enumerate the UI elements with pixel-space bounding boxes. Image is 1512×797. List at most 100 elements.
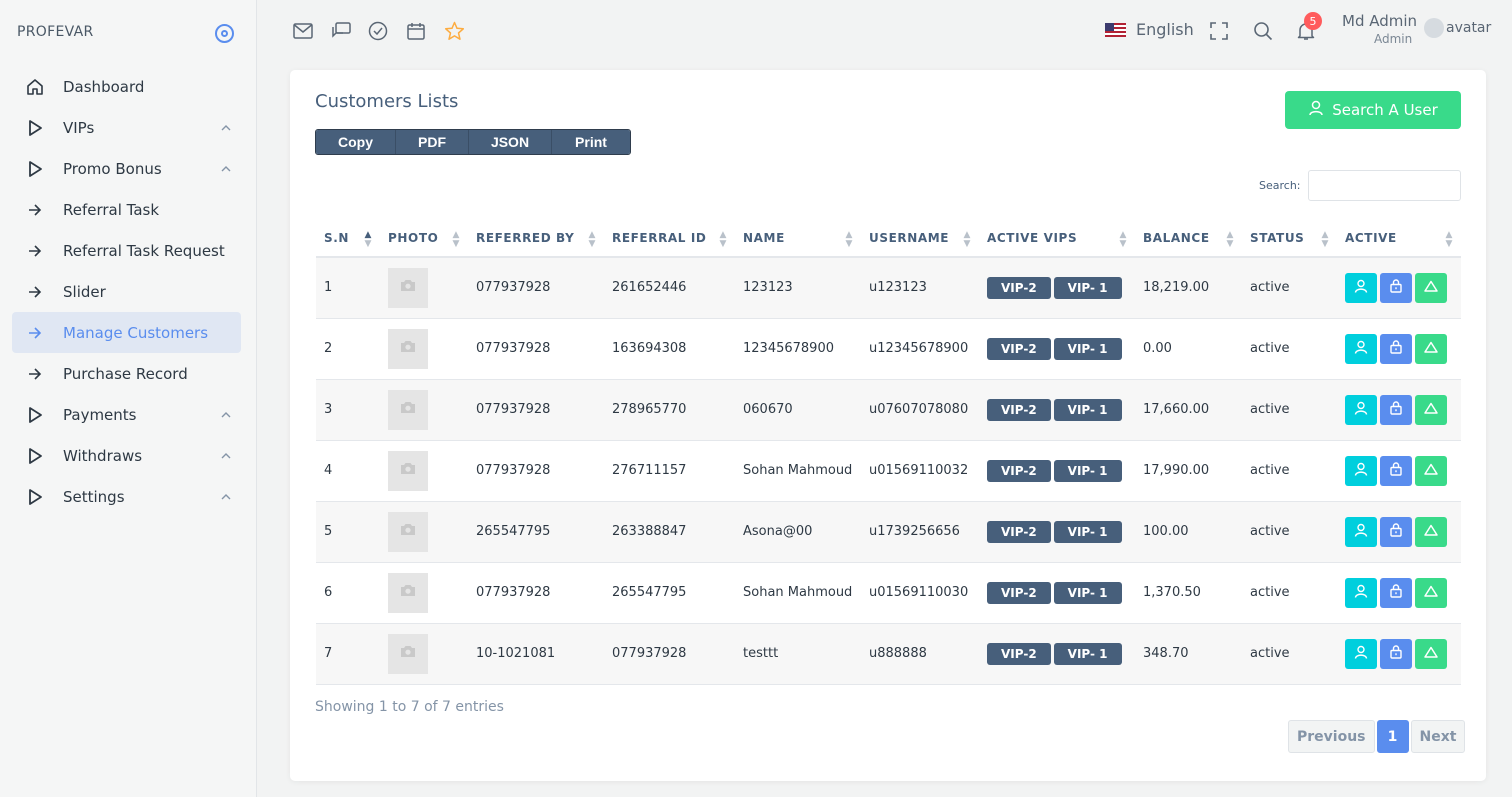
sidebar-item-slider[interactable]: Slider <box>12 271 241 312</box>
lock-user-button[interactable] <box>1380 455 1412 486</box>
sidebar-item-referral-task-request[interactable]: Referral Task Request <box>12 230 241 271</box>
cell-username: u07607078080 <box>861 379 979 441</box>
sidebar-item-label: Purchase Record <box>63 364 188 383</box>
vip-badge: VIP- 1 <box>1053 642 1122 665</box>
column-header[interactable]: ACTIVE VIPS ▲ ▼ <box>979 220 1135 258</box>
table-row: 3 077937928 278965770 060670 u07607078080 VIP… <box>316 379 1461 441</box>
column-header[interactable]: S.N ▲ ▼ <box>316 220 380 258</box>
camera-icon <box>400 523 416 540</box>
cell-photo <box>380 440 468 502</box>
user-icon <box>1354 279 1368 297</box>
upgrade-user-button[interactable] <box>1415 516 1447 547</box>
view-user-button[interactable] <box>1345 272 1377 303</box>
sidebar-item-settings[interactable]: Settings <box>12 476 241 517</box>
sort-icon: ▲ ▼ <box>364 230 372 249</box>
upgrade-user-button[interactable] <box>1415 577 1447 608</box>
triangle-up-icon <box>1424 524 1438 540</box>
search-input[interactable] <box>1308 170 1461 201</box>
sidebar-item-dashboard[interactable]: Dashboard <box>12 66 241 107</box>
sidebar-item-label: Promo Bonus <box>63 159 162 178</box>
cell-sn: 2 <box>316 318 380 380</box>
column-header[interactable]: REFERRAL ID ▲ ▼ <box>604 220 735 258</box>
sidebar-item-purchase-record[interactable]: Purchase Record <box>12 353 241 394</box>
lock-user-button[interactable] <box>1380 333 1412 364</box>
cell-balance: 18,219.00 <box>1135 257 1242 319</box>
calendar-icon[interactable] <box>405 20 427 42</box>
column-header[interactable]: BALANCE ▲ ▼ <box>1135 220 1242 258</box>
cell-sn: 4 <box>316 440 380 502</box>
copy-button[interactable]: Copy <box>316 130 396 154</box>
mail-icon[interactable] <box>292 20 314 42</box>
sidebar-item-label: Manage Customers <box>63 323 209 342</box>
user-name[interactable]: Md Admin <box>1342 12 1417 30</box>
cell-referral-id: 261652446 <box>604 257 735 319</box>
fullscreen-icon[interactable] <box>1208 20 1230 42</box>
check-circle-icon[interactable] <box>367 20 389 42</box>
column-header[interactable]: NAME ▲ ▼ <box>735 220 861 258</box>
cell-balance: 1,370.50 <box>1135 562 1242 624</box>
view-user-button[interactable] <box>1345 516 1377 547</box>
lock-user-button[interactable] <box>1380 516 1412 547</box>
sidebar-toggle-icon[interactable] <box>215 24 234 43</box>
search-icon[interactable] <box>1252 20 1274 42</box>
sidebar-item-referral-task[interactable]: Referral Task <box>12 189 241 230</box>
column-header[interactable]: STATUS ▲ ▼ <box>1242 220 1337 258</box>
lock-user-button[interactable] <box>1380 577 1412 608</box>
cell-name: 060670 <box>735 379 861 441</box>
arrow-right-icon <box>24 199 46 221</box>
search-user-button[interactable]: Search A User <box>1285 91 1461 129</box>
previous-page-button[interactable]: Previous <box>1288 720 1375 753</box>
next-page-button[interactable]: Next <box>1410 720 1466 753</box>
customers-card: Customers Lists Search A User Copy PDF J… <box>290 70 1486 781</box>
upgrade-user-button[interactable] <box>1415 333 1447 364</box>
page-1-button[interactable]: 1 <box>1376 720 1409 753</box>
cell-status: active <box>1242 562 1337 624</box>
pdf-button[interactable]: PDF <box>396 130 469 154</box>
language-selector[interactable]: English <box>1105 20 1194 39</box>
view-user-button[interactable] <box>1345 638 1377 669</box>
table-row: 1 077937928 261652446 123123 u123123 VIP-2 VIP… <box>316 257 1461 319</box>
cell-active-vips: VIP-2 VIP- 1 <box>979 501 1135 563</box>
cell-name: 12345678900 <box>735 318 861 380</box>
sort-icon: ▲ ▼ <box>1445 230 1453 249</box>
vip-badge: VIP- 1 <box>1053 276 1122 299</box>
view-user-button[interactable] <box>1345 455 1377 486</box>
search-label: Search: <box>1259 179 1301 192</box>
avatar[interactable]: avatar <box>1424 18 1491 38</box>
chevron-up-icon <box>221 449 231 464</box>
lock-icon <box>1389 583 1403 602</box>
view-user-button[interactable] <box>1345 333 1377 364</box>
sidebar-item-promo-bonus[interactable]: Promo Bonus <box>12 148 241 189</box>
cell-status: active <box>1242 257 1337 319</box>
column-header[interactable]: REFERRED BY ▲ ▼ <box>468 220 604 258</box>
user-icon <box>1308 100 1324 120</box>
sidebar-item-vips[interactable]: VIPs <box>12 107 241 148</box>
lock-user-button[interactable] <box>1380 272 1412 303</box>
column-header[interactable]: USERNAME ▲ ▼ <box>861 220 979 258</box>
lock-user-button[interactable] <box>1380 394 1412 425</box>
cell-balance: 100.00 <box>1135 501 1242 563</box>
cell-referral-id: 276711157 <box>604 440 735 502</box>
sidebar-item-payments[interactable]: Payments <box>12 394 241 435</box>
sidebar-item-label: Settings <box>63 487 125 506</box>
cell-referred-by: 077937928 <box>468 440 604 502</box>
sidebar-item-withdraws[interactable]: Withdraws <box>12 435 241 476</box>
column-header[interactable]: PHOTO ▲ ▼ <box>380 220 468 258</box>
play-icon <box>24 445 46 467</box>
sort-icon: ▲ ▼ <box>845 230 853 249</box>
upgrade-user-button[interactable] <box>1415 638 1447 669</box>
upgrade-user-button[interactable] <box>1415 455 1447 486</box>
star-icon[interactable] <box>443 20 465 42</box>
sidebar-item-manage-customers[interactable]: Manage Customers <box>12 312 241 353</box>
cell-username: u888888 <box>861 623 979 685</box>
view-user-button[interactable] <box>1345 394 1377 425</box>
view-user-button[interactable] <box>1345 577 1377 608</box>
json-button[interactable]: JSON <box>469 130 552 154</box>
upgrade-user-button[interactable] <box>1415 394 1447 425</box>
upgrade-user-button[interactable] <box>1415 272 1447 303</box>
chat-icon[interactable] <box>330 20 352 42</box>
print-button[interactable]: Print <box>552 130 630 154</box>
lock-user-button[interactable] <box>1380 638 1412 669</box>
column-header[interactable]: ACTIVE ▲ ▼ <box>1337 220 1461 258</box>
cell-balance: 17,660.00 <box>1135 379 1242 441</box>
